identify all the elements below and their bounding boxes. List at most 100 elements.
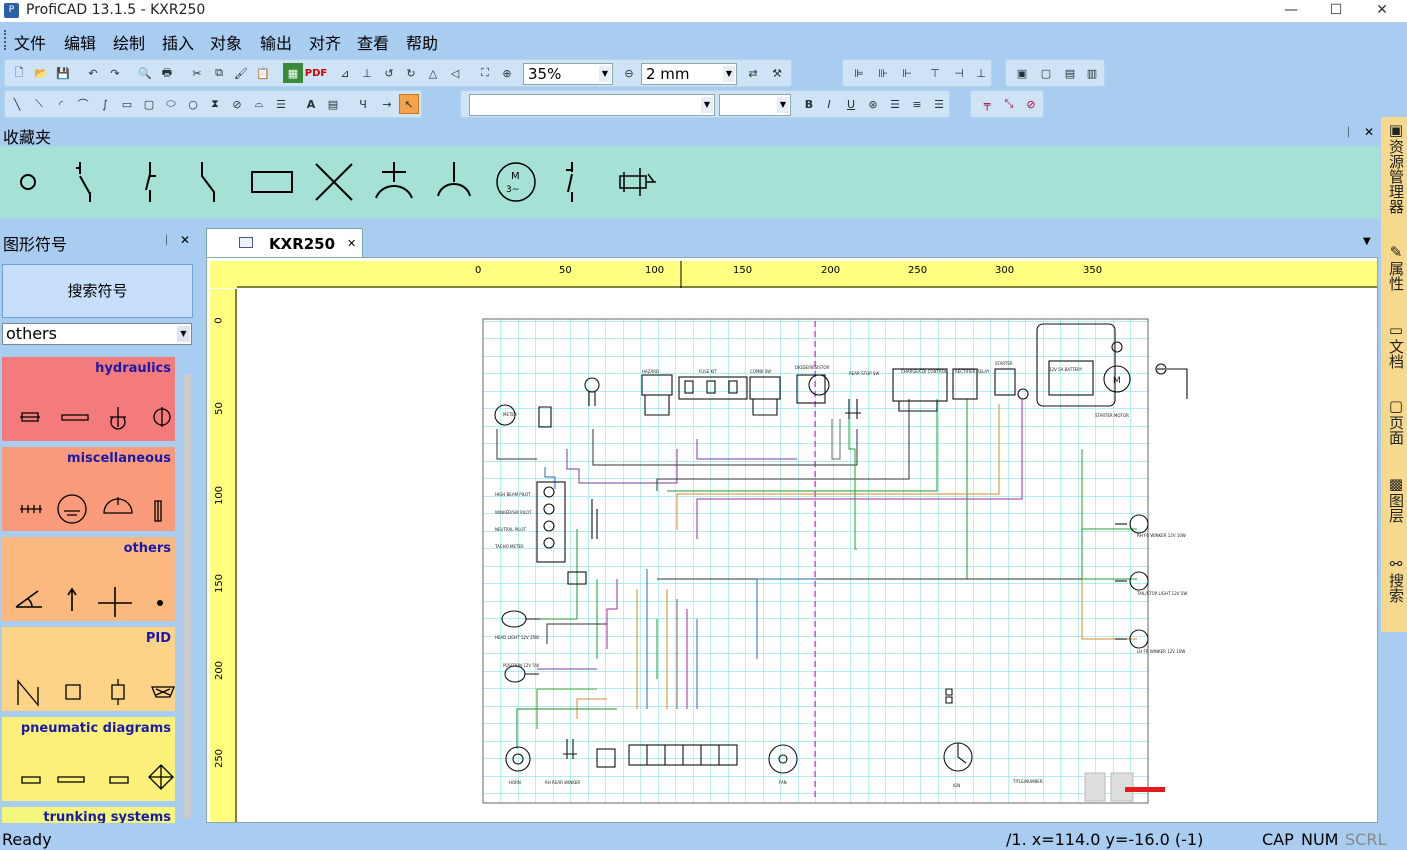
wire-bridge-icon[interactable]: ╤ [977, 94, 997, 114]
export-image-icon[interactable]: ▦ [283, 63, 303, 83]
contact-symbol-icon[interactable] [186, 162, 230, 202]
cut-icon[interactable]: ✂ [187, 63, 207, 83]
text-frame-icon[interactable]: ⊛ [863, 94, 883, 114]
font-size-combo[interactable]: ▼ [719, 94, 791, 116]
tools-icon[interactable]: ⚒ [767, 63, 787, 83]
tab-close-icon[interactable]: ✕ [347, 237, 356, 250]
align-left-icon[interactable]: ⊫ [849, 63, 869, 83]
maximize-button[interactable]: ☐ [1313, 0, 1359, 22]
search-symbols-button[interactable]: 搜索符号 [2, 264, 193, 318]
align-text-right-icon[interactable]: ☰ [929, 94, 949, 114]
triangle-icon[interactable]: △ [423, 63, 443, 83]
pin-icon[interactable]: ᛁ [163, 233, 170, 247]
tab-menu-icon[interactable]: ▼ [1363, 236, 1371, 247]
bezier-icon[interactable]: ∫ [95, 94, 115, 114]
zoom-icon[interactable]: ⊕ [497, 63, 517, 83]
close-button[interactable]: ✕ [1359, 0, 1405, 22]
tab-kxr250[interactable]: KXR250 ✕ [206, 228, 363, 257]
ellipse-icon[interactable]: ⬭ [161, 94, 181, 114]
motor-symbol-icon[interactable]: M 3~ [494, 162, 538, 202]
bold-button[interactable]: B [799, 94, 819, 114]
align-center-icon[interactable]: ⊪ [873, 63, 893, 83]
fit-page-icon[interactable]: ⛶ [475, 63, 495, 83]
flip-icon[interactable]: ⊿ [335, 63, 355, 83]
freehand-icon[interactable]: ⌓ [249, 94, 269, 114]
menu-object[interactable]: 对象 [210, 30, 242, 54]
switch-no-symbol-icon[interactable] [128, 162, 172, 202]
format-painter-icon[interactable]: 🖌 [231, 63, 251, 83]
text-icon[interactable]: A [301, 94, 321, 114]
chevron-down-icon[interactable]: ▼ [723, 66, 735, 82]
print-preview-icon[interactable]: 🔍 [135, 63, 155, 83]
align-text-left-icon[interactable]: ☰ [885, 94, 905, 114]
chevron-down-icon[interactable]: ▼ [599, 66, 611, 82]
underline-button[interactable]: U [841, 94, 861, 114]
curve-icon[interactable]: ⌒ [73, 94, 93, 114]
paragraph-icon[interactable]: ▤ [323, 94, 343, 114]
hourglass-icon[interactable]: ⧗ [205, 94, 225, 114]
relay-symbol-icon[interactable] [614, 162, 658, 202]
drawing-canvas[interactable]: METER HAZARD FUSE KIT COMBI SW DIODE/RES… [237, 289, 1375, 822]
swap-icon[interactable]: ⇄ [743, 63, 763, 83]
menu-align[interactable]: 对齐 [309, 30, 341, 54]
menu-draw[interactable]: 绘制 [113, 30, 145, 54]
tab-explorer[interactable]: ▣资源管理器 [1381, 119, 1407, 237]
align-right-icon[interactable]: ⊩ [897, 63, 917, 83]
tab-pages[interactable]: ▢页面 [1381, 395, 1407, 467]
close-icon[interactable]: ✕ [1364, 125, 1374, 139]
menu-insert[interactable]: 插入 [162, 30, 194, 54]
category-select[interactable]: others ▼ [2, 323, 192, 345]
align-text-center-icon[interactable]: ≡ [907, 94, 927, 114]
menu-help[interactable]: 帮助 [406, 30, 438, 54]
menu-edit[interactable]: 编辑 [64, 30, 96, 54]
lines-icon[interactable]: ☰ [271, 94, 291, 114]
circle-icon[interactable]: ○ [183, 94, 203, 114]
align-bottom-icon[interactable]: ⊥ [971, 63, 991, 83]
schematic-sheet[interactable]: METER HAZARD FUSE KIT COMBI SW DIODE/RES… [237, 289, 1375, 822]
print-icon[interactable]: 🖶 [157, 63, 177, 83]
category-hydraulics[interactable]: hydraulics [2, 357, 175, 441]
cross-symbol-icon[interactable] [312, 162, 356, 202]
font-name-combo[interactable]: ▼ [469, 94, 715, 116]
mirror-icon[interactable]: ⊥ [357, 63, 377, 83]
undo-icon[interactable]: ↶ [83, 63, 103, 83]
category-pneumatic-diagrams[interactable]: pneumatic diagrams [2, 717, 175, 801]
line-icon[interactable]: ╲ [7, 94, 27, 114]
rotate-right-icon[interactable]: ↻ [401, 63, 421, 83]
category-miscellaneous[interactable]: miscellaneous [2, 447, 175, 531]
rectangle-icon[interactable]: ▭ [117, 94, 137, 114]
switch-nc-symbol-icon[interactable] [60, 162, 104, 202]
reverse-icon[interactable]: ◁ [445, 63, 465, 83]
italic-button[interactable]: I [819, 94, 839, 114]
category-trunking-systems[interactable]: trunking systems [2, 807, 175, 823]
copy-icon[interactable]: ⧉ [209, 63, 229, 83]
hatch-icon[interactable]: ⊘ [227, 94, 247, 114]
zoom-out-icon[interactable]: ⊖ [619, 63, 639, 83]
ungroup-icon[interactable]: ▥ [1082, 63, 1102, 83]
align-top-icon[interactable]: ⊤ [925, 63, 945, 83]
zoom-combo[interactable]: 35% ▼ [523, 63, 613, 85]
wire-diagonal-icon[interactable]: ⤡ [999, 94, 1019, 114]
rounded-rect-icon[interactable]: ▢ [139, 94, 159, 114]
pin-icon[interactable]: ᛁ [1345, 125, 1352, 139]
paste-icon[interactable]: 📋 [253, 63, 273, 83]
tab-documents[interactable]: ▭文档 [1381, 319, 1407, 385]
antenna-symbol-icon[interactable] [372, 162, 416, 202]
tab-layers[interactable]: ▩图层 [1381, 473, 1407, 547]
switch-delay-symbol-icon[interactable] [552, 162, 596, 202]
new-icon[interactable]: 🗋 [9, 63, 29, 83]
group-icon[interactable]: ▤ [1060, 63, 1080, 83]
category-pid[interactable]: PID [2, 627, 175, 711]
bring-front-icon[interactable]: ▣ [1012, 63, 1032, 83]
chevron-down-icon[interactable]: ▼ [777, 97, 789, 113]
open-icon[interactable]: 📂 [31, 63, 51, 83]
close-icon[interactable]: ✕ [180, 233, 190, 247]
redo-icon[interactable]: ↷ [105, 63, 125, 83]
send-back-icon[interactable]: ▢ [1036, 63, 1056, 83]
menu-view[interactable]: 查看 [357, 30, 389, 54]
chevron-down-icon[interactable]: ▼ [177, 326, 190, 342]
node-icon[interactable]: → [377, 94, 397, 114]
circle-symbol-icon[interactable] [6, 162, 50, 202]
align-middle-icon[interactable]: ⊣ [949, 63, 969, 83]
minimize-button[interactable]: — [1268, 0, 1314, 22]
